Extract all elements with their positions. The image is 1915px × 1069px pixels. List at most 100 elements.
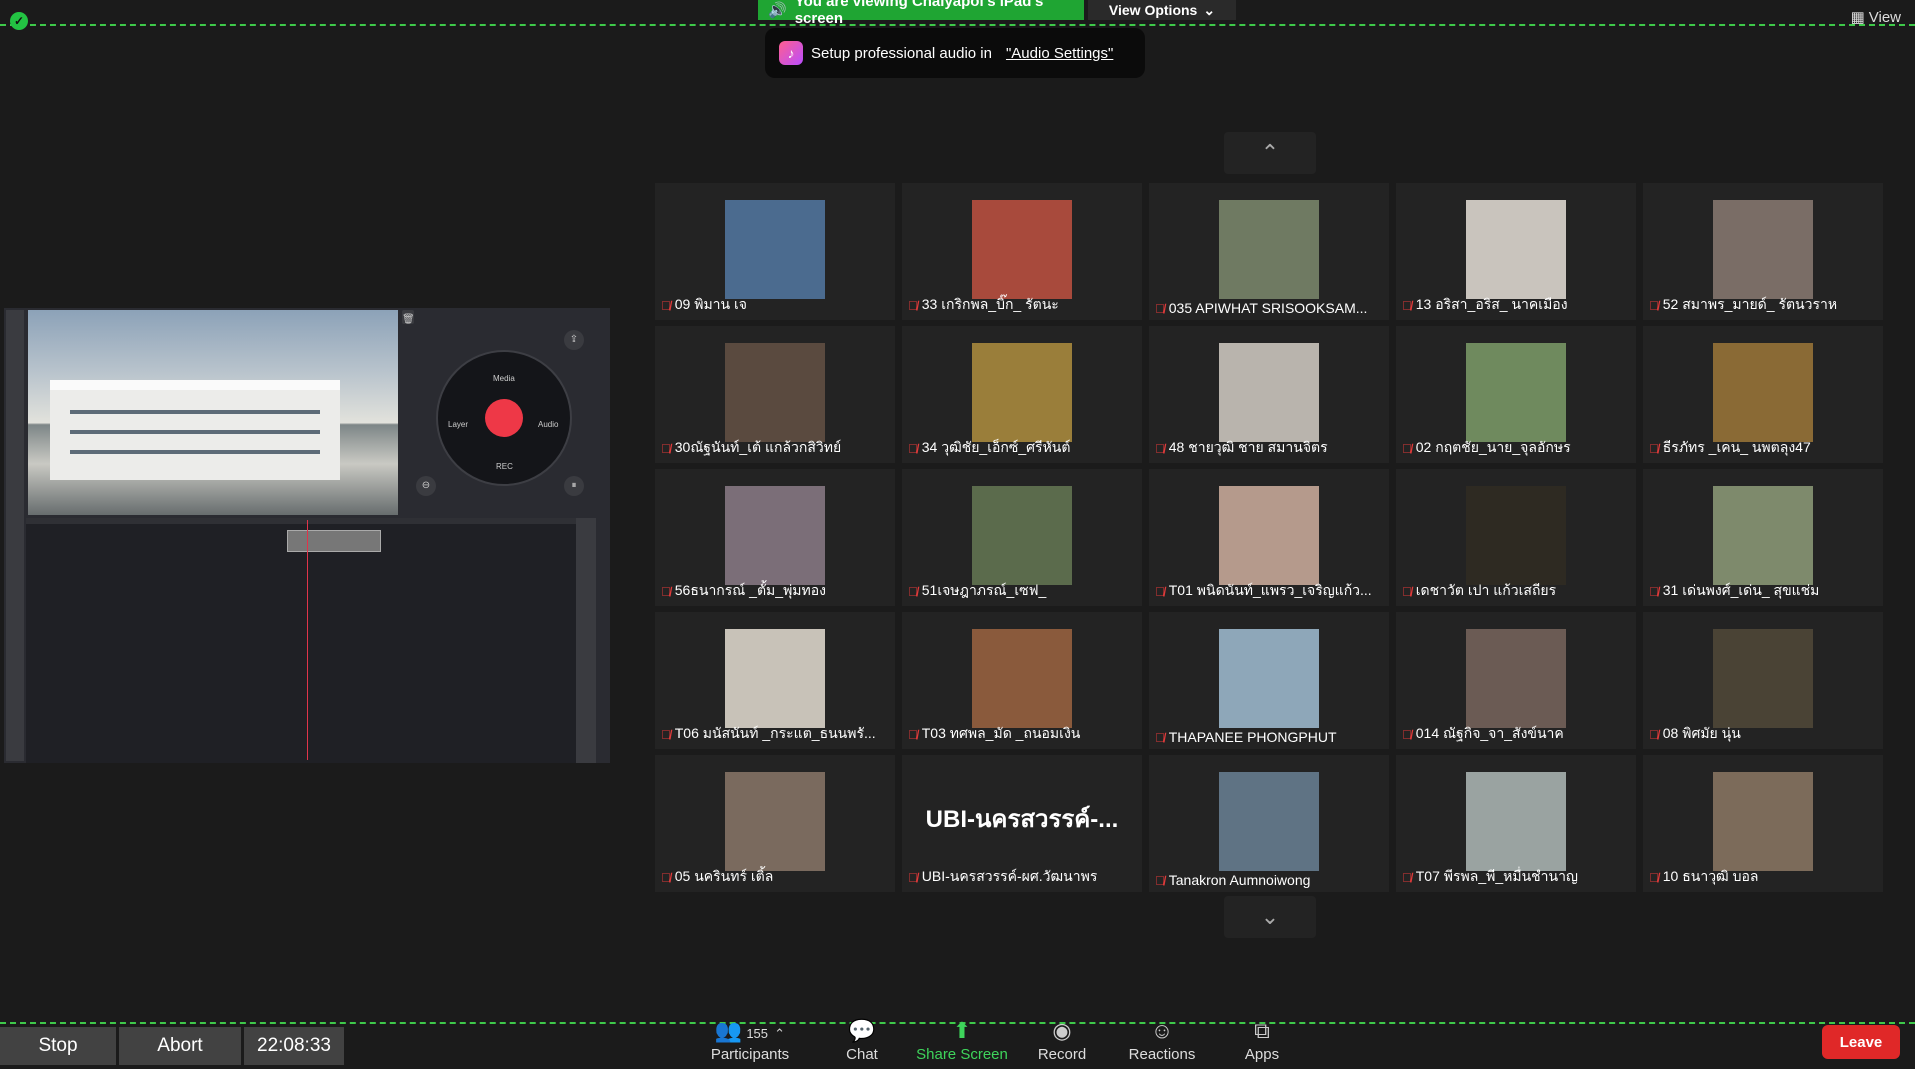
undo-icon[interactable]: ⊖: [416, 476, 436, 496]
apps-button[interactable]: ⧉ Apps: [1212, 1016, 1312, 1063]
participant-tile[interactable]: 🎙̸ T01 พนิดนันท์_แพรว_เจริญแก้ว...: [1149, 469, 1389, 606]
timeline-clip[interactable]: [287, 530, 381, 552]
participant-video: [972, 343, 1072, 442]
chevron-up-icon[interactable]: ⌃: [774, 1026, 785, 1041]
participant-name-row: 🎙̸ T06 มนัสนันท์ _กระแต_ธนนพรั...: [661, 723, 889, 745]
rec-label[interactable]: REC: [496, 462, 513, 471]
participant-video: [972, 200, 1072, 299]
participant-name: Tanakron Aumnoiwong: [1168, 872, 1311, 888]
security-shield-icon[interactable]: ✓: [10, 12, 28, 30]
audio-settings-link[interactable]: "Audio Settings": [1006, 45, 1113, 62]
abort-button[interactable]: Abort: [119, 1027, 241, 1065]
participant-tile[interactable]: 🎙̸ T06 มนัสนันท์ _กระแต_ธนนพรั...: [655, 612, 895, 749]
participant-name-row: 🎙̸ T03 ทศพล_มัด _ถนอมเงิน: [908, 723, 1136, 745]
export-icon[interactable]: ⇪: [564, 330, 584, 350]
participant-tile[interactable]: 🎙̸ 08 พิศมัย นุ่น: [1643, 612, 1883, 749]
chat-label: Chat: [846, 1046, 878, 1063]
participant-video: [1713, 772, 1813, 871]
participant-tile[interactable]: 🎙̸ 13 อริสา_อริส_ นาคเมือง: [1396, 183, 1636, 320]
mic-muted-icon: 🎙̸: [1402, 583, 1412, 599]
grid-view-icon: ▦: [1850, 9, 1865, 26]
mic-muted-icon: 🎙̸: [1155, 872, 1165, 888]
trash-icon[interactable]: 🗑: [402, 310, 415, 325]
mic-muted-icon: 🎙̸: [661, 583, 671, 599]
participant-name-row: 🎙̸ 08 พิศมัย นุ่น: [1649, 723, 1877, 745]
audio-tip-text: Setup professional audio in: [811, 44, 992, 62]
mic-muted-icon: 🎙̸: [1402, 440, 1412, 456]
participant-video: [1466, 772, 1566, 871]
participant-name: T03 ทศพล_มัด _ถนอมเงิน: [921, 725, 1081, 741]
participant-tile[interactable]: 🎙̸ 33 เกริกพล_บิ๊ก_ รัตนะ: [902, 183, 1142, 320]
participant-tile[interactable]: 🎙̸ 05 นครินทร์ เติ้ล: [655, 755, 895, 892]
participant-name-row: 🎙̸ 05 นครินทร์ เติ้ล: [661, 866, 889, 888]
view-button[interactable]: ▦ View: [1850, 8, 1901, 27]
record-dot-button[interactable]: [485, 399, 523, 437]
scroll-up-button[interactable]: ⌃: [1224, 132, 1316, 174]
editor-right-toolbar: [576, 518, 596, 763]
record-button[interactable]: ◉ Record: [1012, 1016, 1112, 1063]
participant-tile[interactable]: 🎙̸ 34 วุฒิชัย_เอ็กซ์_ศรีหันต์: [902, 326, 1142, 463]
participant-tile[interactable]: 🎙̸ 014 ณัฐกิจ_จา_สังข์นาค: [1396, 612, 1636, 749]
participant-tile[interactable]: 🎙̸ ธีรภัทร _เคน_ นพตลุง47: [1643, 326, 1883, 463]
mic-muted-icon: 🎙̸: [1402, 869, 1412, 885]
participant-tile[interactable]: 🎙̸ 035 APIWHAT SRISOOKSAM...: [1149, 183, 1389, 320]
participant-name: THAPANEE PHONGPHUT: [1168, 729, 1337, 745]
audio-label[interactable]: Audio: [538, 420, 558, 429]
mic-muted-icon: 🎙̸: [661, 869, 671, 885]
scroll-down-button[interactable]: ⌄: [1224, 896, 1316, 938]
participant-tile[interactable]: 🎙̸ T07 พีรพล_พี_หมื่นชำนาญ: [1396, 755, 1636, 892]
participant-video: [725, 629, 825, 728]
share-screen-label: Share Screen: [916, 1046, 1008, 1063]
participant-tile[interactable]: 🎙̸ Tanakron Aumnoiwong: [1149, 755, 1389, 892]
chevron-down-icon: ⌄: [1203, 1, 1216, 18]
participants-button[interactable]: 👥 155 ⌃ Participants: [700, 1016, 800, 1063]
participant-tile[interactable]: 🎙̸ 02 กฤตชัย_นาย_จุลอักษร: [1396, 326, 1636, 463]
participant-tile[interactable]: 🎙̸ 48 ชายวุฒิ ชาย สมานจิตร: [1149, 326, 1389, 463]
participant-tile[interactable]: 🎙̸ 30ณัฐนันท์_เต้ แกล้วกสิวิทย์: [655, 326, 895, 463]
timeline-playhead[interactable]: [307, 520, 308, 760]
recording-controls: Stop Abort 22:08:33: [0, 1027, 344, 1065]
participant-tile[interactable]: 🎙̸ T03 ทศพล_มัด _ถนอมเงิน: [902, 612, 1142, 749]
participant-video: [972, 629, 1072, 728]
participant-tile[interactable]: 🎙̸ THAPANEE PHONGPHUT: [1149, 612, 1389, 749]
participant-name-row: 🎙̸ 13 อริสา_อริส_ นาคเมือง: [1402, 294, 1630, 316]
leave-button[interactable]: Leave: [1822, 1025, 1900, 1059]
participant-name: 48 ชายวุฒิ ชาย สมานจิตร: [1168, 439, 1328, 455]
participant-name-row: 🎙̸ 09 พิมาน เจ: [661, 294, 889, 316]
stop-button[interactable]: Stop: [0, 1027, 116, 1065]
participant-tile[interactable]: UBI-นครสวรรค์-... 🎙̸ UBI-นครสวรรค์-ผศ.วัฒน…: [902, 755, 1142, 892]
participant-tile[interactable]: 🎙̸ เดชาวัต เปา แก้วเสถียร: [1396, 469, 1636, 606]
participant-tile[interactable]: 🎙̸ 10 ธนาวุฒิ บอล: [1643, 755, 1883, 892]
participant-name: เดชาวัต เปา แก้วเสถียร: [1415, 582, 1557, 598]
participant-video: [1713, 343, 1813, 442]
participant-name-row: 🎙̸ 014 ณัฐกิจ_จา_สังข์นาค: [1402, 723, 1630, 745]
participant-name-row: 🎙̸ 30ณัฐนันท์_เต้ แกล้วกสิวิทย์: [661, 437, 889, 459]
music-app-icon: ♪: [779, 41, 803, 65]
participant-tile[interactable]: 🎙̸ 09 พิมาน เจ: [655, 183, 895, 320]
participant-display-name: UBI-นครสวรรค์-...: [925, 806, 1119, 833]
record-label: Record: [1037, 1046, 1087, 1063]
share-screen-button[interactable]: ⬆ Share Screen: [912, 1016, 1012, 1063]
mic-muted-icon: 🎙̸: [1649, 297, 1659, 313]
chat-button[interactable]: 💬 Chat: [812, 1016, 912, 1063]
participant-video: [1466, 343, 1566, 442]
participant-tile[interactable]: 🎙̸ 56ธนากรณ์ _ตั้ม_พุ่มทอง: [655, 469, 895, 606]
building-image: [50, 380, 340, 480]
pause-icon[interactable]: ⏸: [564, 476, 584, 496]
reactions-button[interactable]: ☺ Reactions: [1112, 1016, 1212, 1063]
view-options-button[interactable]: View Options ⌄: [1088, 0, 1236, 20]
mic-muted-icon: 🎙̸: [908, 583, 918, 599]
participant-name: T01 พนิดนันท์_แพรว_เจริญแก้ว...: [1168, 582, 1372, 598]
participant-name: 56ธนากรณ์ _ตั้ม_พุ่มทอง: [674, 582, 826, 598]
participant-name-row: 🎙̸ เดชาวัต เปา แก้วเสถียร: [1402, 580, 1630, 602]
participant-tile[interactable]: 🎙̸ 52 สมาพร_มายด์_ รัตนวราห: [1643, 183, 1883, 320]
media-label[interactable]: Media: [493, 374, 515, 383]
participant-tile[interactable]: 🎙̸ 51เจษฎาภรณ์_เซฟ_: [902, 469, 1142, 606]
participant-tile[interactable]: 🎙̸ 31 เด่นพงศ์_เด่น_ สุขแช่ม: [1643, 469, 1883, 606]
layer-label[interactable]: Layer: [448, 420, 468, 429]
participants-label: Participants: [710, 1046, 790, 1063]
mic-muted-icon: 🎙̸: [908, 297, 918, 313]
record-icon: ◉: [1052, 1018, 1072, 1043]
window-row: [70, 430, 320, 434]
participant-name: 13 อริสา_อริส_ นาคเมือง: [1415, 296, 1568, 312]
